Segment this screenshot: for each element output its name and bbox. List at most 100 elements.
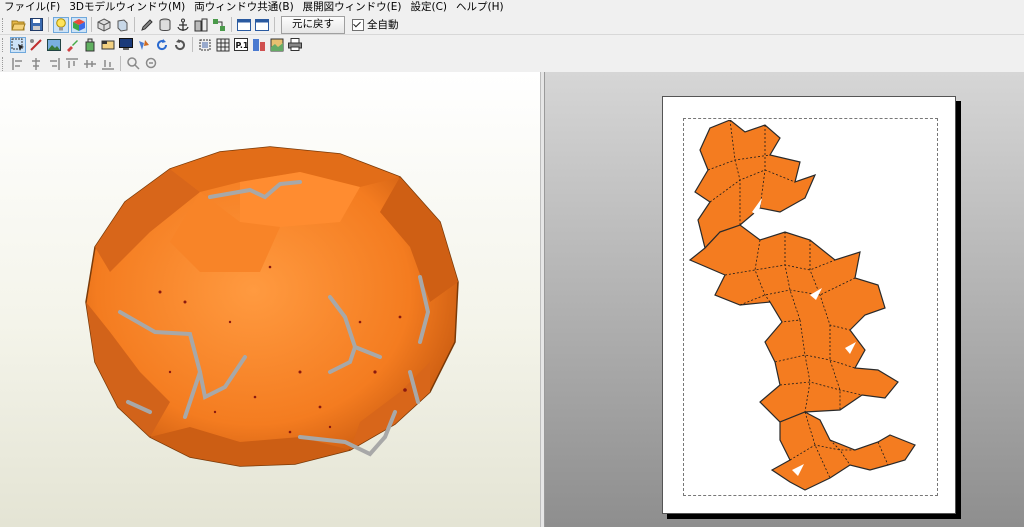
cylinder-button[interactable] [157,17,173,33]
brush-icon [67,39,78,52]
magnifier-icon [126,57,140,70]
rotate-cube-icon [117,18,128,32]
undo-arrow-icon [174,38,185,50]
auto-all-label: 全自動 [367,19,399,31]
align-top-button[interactable] [64,56,80,72]
menu-file[interactable]: ファイル(F) [0,0,65,15]
cylinder-icon [159,18,171,31]
toolbar-separator [192,37,193,52]
wire-cube-icon [97,17,111,32]
edge-tool-button[interactable] [28,37,44,53]
align-right-button[interactable] [46,56,62,72]
select-tool-button[interactable] [10,36,26,53]
align-middle-button[interactable] [82,56,98,72]
magnifier-icon [145,57,156,69]
align-center-button[interactable] [28,56,44,72]
printer-icon [288,38,302,51]
3d-model-mesh [85,146,459,467]
monitor-tool-button[interactable] [118,37,134,53]
blocks-icon [194,18,208,31]
toolbar-separator [91,17,92,32]
floppy-icon [29,18,43,31]
single-window-button[interactable] [236,17,252,33]
image-tool-button[interactable] [46,37,62,53]
layout-icon [253,38,265,51]
align-right-icon [50,57,60,70]
align-center-icon [32,57,40,70]
unfold-piece-top[interactable] [694,120,817,250]
view-cube-button[interactable] [96,17,112,33]
monitor-icon [119,38,133,50]
menu-3d-model-window[interactable]: 3Dモデルウィンドウ(M) [65,0,190,15]
zoom-reset-button[interactable] [143,56,159,72]
menu-settings[interactable]: 設定(C) [407,0,453,15]
toolbar-main: 元に戻す 全自動 [0,15,1024,35]
frame-button[interactable] [197,37,213,53]
toolbar-align [0,55,1024,72]
checkmark-icon [352,18,364,31]
toolbar-grip[interactable] [2,56,6,71]
layout-button[interactable] [251,37,267,53]
page-number-button[interactable]: P.1 [233,37,249,53]
toolbar-separator [48,17,49,32]
toolbar-separator [231,17,232,32]
grid-icon [216,38,230,51]
3d-model-viewport[interactable] [0,72,540,527]
align-bottom-button[interactable] [100,56,116,72]
texture-button[interactable] [269,37,285,53]
tab-tool-button[interactable] [100,37,116,53]
3d-model-window[interactable] [0,72,540,527]
rotate-part-button[interactable] [154,37,170,53]
page-number-icon: P.1 [234,38,248,51]
join-tool-button[interactable] [136,37,152,53]
tab-icon [101,40,115,49]
unfold-icon [213,18,225,31]
texture-toggle-button[interactable] [71,16,87,33]
print-button[interactable] [287,37,303,53]
anchor-icon [177,18,189,31]
grid-button[interactable] [215,37,231,53]
light-toggle-button[interactable] [53,16,69,33]
split-window-button[interactable] [254,17,270,33]
shape-button[interactable] [193,17,209,33]
undo-rotate-button[interactable] [172,37,188,53]
frame-icon [199,39,211,50]
save-button[interactable] [28,17,44,33]
menu-help[interactable]: ヘルプ(H) [452,0,509,15]
reset-button[interactable]: 元に戻す [281,15,345,34]
toolbar-grip[interactable] [2,37,6,52]
pencil-icon [141,18,153,31]
toolbar-separator [120,56,121,71]
unfold-button[interactable] [211,17,227,33]
unfold-piece-middle[interactable] [688,224,899,423]
toolbar-edit: P.1 [0,35,1024,54]
select-icon [11,38,24,51]
glue-tool-button[interactable] [82,37,98,53]
glue-icon [85,38,95,51]
toolbar-separator [134,17,135,32]
align-left-icon [12,57,22,70]
window-icon [237,18,251,31]
rotate-view-button[interactable] [114,17,130,33]
paint-tool-button[interactable] [64,37,80,53]
align-left-button[interactable] [10,56,26,72]
lightbulb-icon [56,17,66,30]
unfold-piece-bottom[interactable] [770,411,916,491]
toolbar-separator [274,17,275,32]
anchor-button[interactable] [175,17,191,33]
pencil-button[interactable] [139,17,155,33]
align-bottom-icon [102,59,114,70]
window-icon [255,18,269,31]
texture-icon [270,38,284,51]
auto-all-checkbox[interactable]: 全自動 [352,17,399,32]
open-file-button[interactable] [10,17,26,33]
zoom-fit-button[interactable] [125,56,141,72]
menu-unfold-window[interactable]: 展開図ウィンドウ(E) [299,0,407,15]
menu-bar: ファイル(F) 3Dモデルウィンドウ(M) 両ウィンドウ共通(B) 展開図ウィン… [0,0,1024,15]
svg-text:P.1: P.1 [236,41,249,50]
align-top-icon [66,57,78,68]
join-icon [139,39,149,50]
toolbar-grip[interactable] [2,17,6,32]
unfolded-pattern[interactable] [680,120,925,495]
menu-both-windows[interactable]: 両ウィンドウ共通(B) [190,0,298,15]
